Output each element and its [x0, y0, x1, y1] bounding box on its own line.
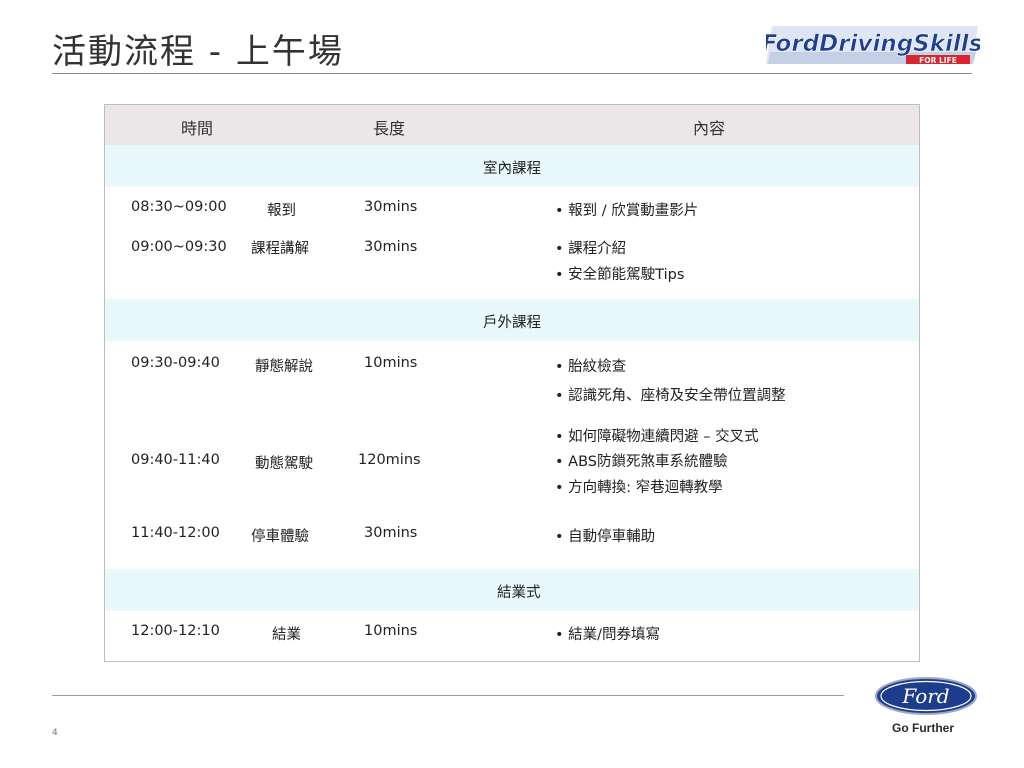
row-time: 12:00-12:10 — [131, 623, 220, 639]
page-number: 4 — [52, 728, 58, 738]
row-time: 09:30-09:40 — [131, 355, 220, 371]
row-length: 10mins — [364, 623, 418, 639]
section-outdoor: 戶外課程 — [105, 299, 919, 341]
row-content-item: 結業/問券填寫 — [555, 623, 660, 644]
ford-oval-wordmark: Ford — [901, 684, 949, 708]
row-time: 09:00~09:30 — [131, 239, 227, 255]
header-content: 內容 — [693, 119, 726, 138]
row-time: 11:40-12:00 — [131, 525, 220, 541]
section-indoor: 室內課程 — [105, 145, 919, 187]
ford-oval-logo: Ford — [874, 676, 978, 716]
logo-wordmark: FordDrivingSkills — [766, 31, 980, 57]
section-closing-label: 結業式 — [497, 585, 541, 601]
section-indoor-label: 室內課程 — [483, 161, 541, 177]
title-divider — [52, 73, 972, 74]
row-content-item: 認識死角、座椅及安全帶位置調整 — [555, 384, 786, 405]
header-length: 長度 — [373, 119, 406, 138]
row-content-item: 自動停車輔助 — [555, 525, 655, 546]
row-length: 30mins — [364, 239, 418, 255]
row-activity: 結業 — [272, 627, 301, 643]
row-content-item: 課程介紹 — [555, 237, 626, 258]
row-content-item: 安全節能駕駛Tips — [555, 263, 684, 284]
row-length: 120mins — [358, 452, 421, 468]
row-length: 30mins — [364, 199, 418, 215]
table-header: 時間 長度 內容 — [105, 105, 919, 145]
schedule-table: 時間 長度 內容 室內課程 08:30~09:00 報到 30mins 報到 /… — [104, 104, 920, 662]
footer-divider — [52, 695, 844, 696]
ford-driving-skills-logo: FordDrivingSkills FOR LIFE — [766, 22, 980, 70]
row-activity: 靜態解說 — [255, 359, 313, 375]
row-content-item: 方向轉換: 窄巷迴轉教學 — [555, 476, 723, 497]
section-outdoor-label: 戶外課程 — [483, 315, 541, 331]
row-content-item: ABS防鎖死煞車系統體驗 — [555, 450, 727, 471]
logo-subtitle: FOR LIFE — [919, 56, 957, 65]
row-activity: 報到 — [267, 203, 296, 219]
section-closing: 結業式 — [105, 569, 919, 611]
tagline: Go Further — [892, 721, 954, 735]
row-time: 08:30~09:00 — [131, 199, 227, 215]
header-time: 時間 — [181, 119, 214, 138]
row-time: 09:40-11:40 — [131, 452, 220, 468]
row-length: 10mins — [364, 355, 418, 371]
row-activity: 停車體驗 — [251, 529, 309, 545]
row-content-item: 報到 / 欣賞動畫影片 — [555, 199, 698, 220]
row-activity: 動態駕駛 — [255, 456, 313, 472]
row-content-item: 胎紋檢查 — [555, 355, 626, 376]
row-activity: 課程講解 — [251, 241, 309, 257]
row-length: 30mins — [364, 525, 418, 541]
row-content-item: 如何障礙物連續閃避 – 交叉式 — [555, 425, 758, 446]
slide-title: 活動流程 - 上午場 — [52, 32, 344, 72]
